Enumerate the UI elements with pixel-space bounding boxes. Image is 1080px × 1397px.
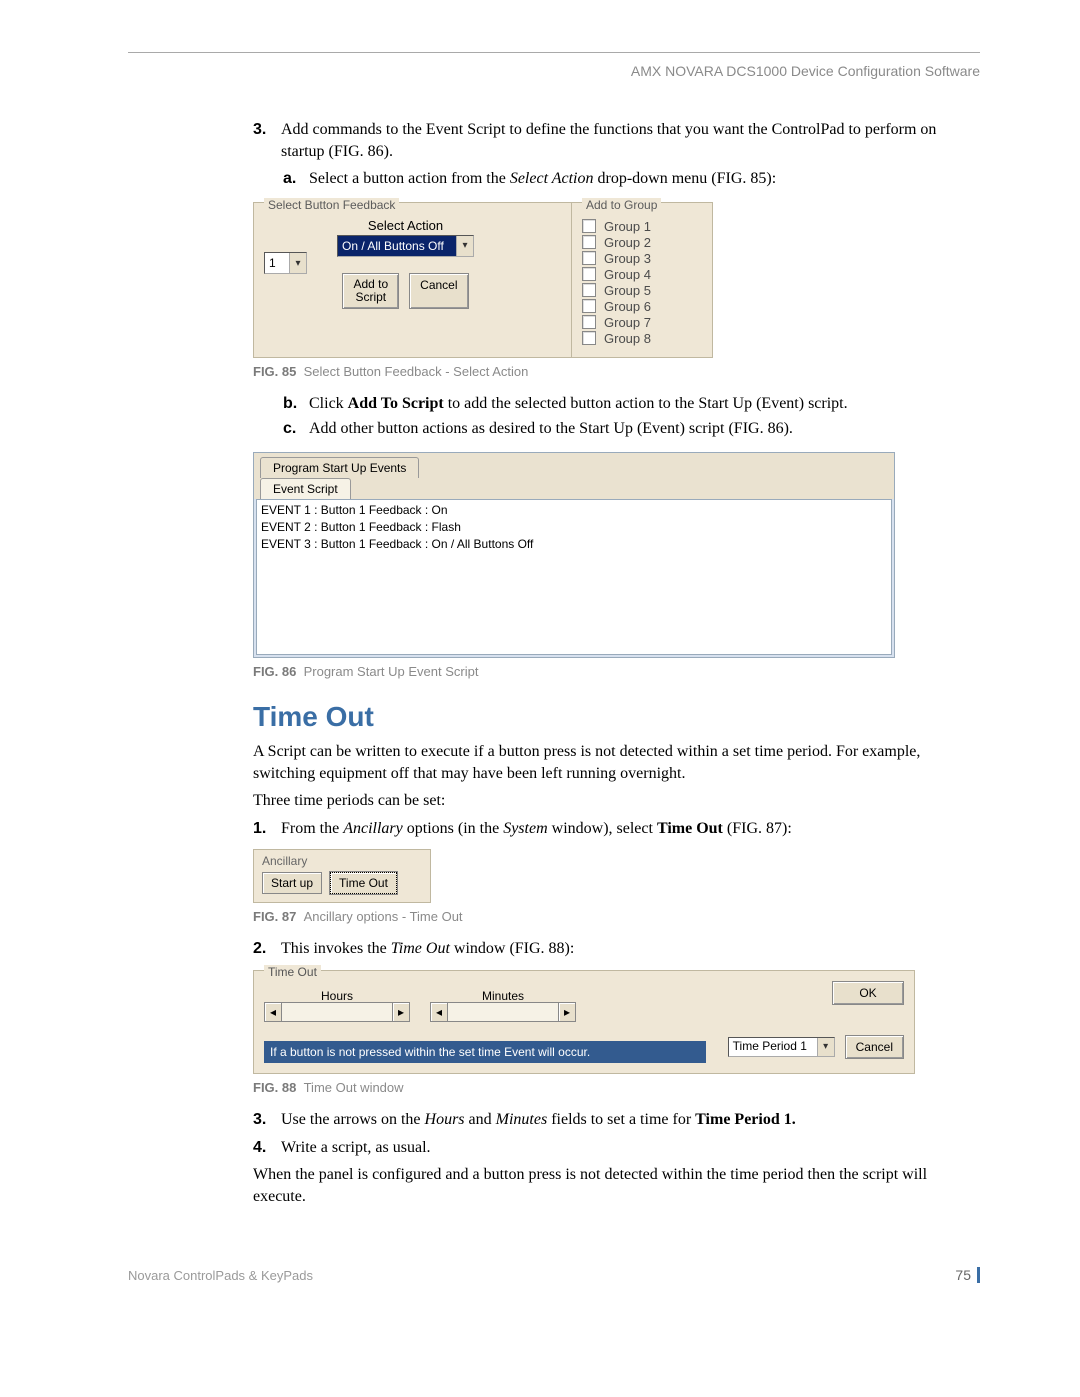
fig85-caption: FIG. 85 Select Button Feedback - Select …: [253, 364, 980, 379]
step-2: 2. This invokes the Time Out window (FIG…: [253, 938, 980, 960]
event-script-list[interactable]: EVENT 1 : Button 1 Feedback : On EVENT 2…: [256, 499, 892, 655]
step-num: 4.: [253, 1137, 269, 1159]
add-to-group-panel: Add to Group Group 1 Group 2 Group 3 Gro…: [572, 202, 713, 358]
time-period-dropdown[interactable]: Time Period 1: [728, 1037, 835, 1057]
step-3-number: 3.: [253, 119, 269, 162]
header-rule: [128, 52, 980, 53]
fig88-panel: Time Out Hours ◂ ▸ Minutes ◂ ▸: [253, 970, 915, 1074]
group-checkbox-row[interactable]: Group 6: [582, 299, 702, 314]
fig88-caption: FIG. 88 Time Out window: [253, 1080, 980, 1095]
group-checkbox-row[interactable]: Group 4: [582, 267, 702, 282]
step-num: 3.: [253, 1109, 269, 1131]
timeout-paragraph-3: When the panel is configured and a butto…: [253, 1164, 980, 1207]
hours-label: Hours: [264, 989, 410, 1003]
group-checkbox-row[interactable]: Group 2: [582, 235, 702, 250]
step-letter: c.: [283, 418, 301, 440]
ok-button[interactable]: OK: [832, 981, 904, 1005]
startup-button[interactable]: Start up: [262, 872, 322, 894]
chevron-down-icon: [817, 1038, 834, 1056]
step-text: This invokes the Time Out window (FIG. 8…: [281, 938, 574, 960]
select-action-label: Select Action: [337, 218, 474, 233]
panel-legend: Select Button Feedback: [264, 198, 399, 212]
minutes-label: Minutes: [430, 989, 576, 1003]
step-text: From the Ancillary options (in the Syste…: [281, 818, 792, 840]
group-checkbox-row[interactable]: Group 7: [582, 315, 702, 330]
group-checkbox-row[interactable]: Group 1: [582, 219, 702, 234]
fig85-panel: Select Button Feedback 1 Select Action O…: [253, 202, 713, 358]
select-action-dropdown[interactable]: On / All Buttons Off: [337, 235, 474, 257]
step-3b: b. Click Add To Script to add the select…: [283, 393, 980, 415]
cancel-button[interactable]: Cancel: [845, 1035, 904, 1059]
group-checkbox-row[interactable]: Group 8: [582, 331, 702, 346]
footer-left: Novara ControlPads & KeyPads: [128, 1268, 313, 1283]
checkbox-icon: [582, 251, 596, 265]
timeout-message-bar: If a button is not pressed within the se…: [264, 1041, 706, 1063]
running-header: AMX NOVARA DCS1000 Device Configuration …: [128, 63, 980, 79]
step-text: Add other button actions as desired to t…: [309, 418, 793, 440]
step-3a: a. Select a button action from the Selec…: [283, 168, 980, 190]
arrow-left-icon: ◂: [264, 1002, 282, 1022]
chevron-down-icon: [456, 236, 473, 256]
fig86-panel: Program Start Up Events Event Script EVE…: [253, 452, 895, 658]
event-line: EVENT 3 : Button 1 Feedback : On / All B…: [261, 536, 887, 553]
chevron-down-icon: [289, 253, 306, 273]
arrow-right-icon: ▸: [392, 1002, 410, 1022]
timeout-paragraph-1: A Script can be written to execute if a …: [253, 741, 980, 784]
timeout-button[interactable]: Time Out: [330, 872, 397, 894]
step-num: 1.: [253, 818, 269, 840]
step-3a-letter: a.: [283, 168, 301, 190]
step-4: 4. Write a script, as usual.: [253, 1137, 980, 1159]
step-num: 2.: [253, 938, 269, 960]
step-text: Click Add To Script to add the selected …: [309, 393, 848, 415]
panel-legend: Time Out: [264, 965, 321, 979]
event-line: EVENT 2 : Button 1 Feedback : Flash: [261, 519, 887, 536]
step-text: Use the arrows on the Hours and Minutes …: [281, 1109, 796, 1131]
step-3-text: Add commands to the Event Script to defi…: [281, 119, 980, 162]
page-footer: Novara ControlPads & KeyPads 75: [128, 1267, 980, 1283]
step-letter: b.: [283, 393, 301, 415]
fig86-caption: FIG. 86 Program Start Up Event Script: [253, 664, 980, 679]
add-to-script-button[interactable]: Add to Script: [342, 273, 399, 309]
tab-event-script[interactable]: Event Script: [260, 478, 351, 499]
step-1: 1. From the Ancillary options (in the Sy…: [253, 818, 980, 840]
minutes-spinner[interactable]: ◂ ▸: [430, 1003, 576, 1021]
checkbox-icon: [582, 235, 596, 249]
checkbox-icon: [582, 331, 596, 345]
step-3a-text: Select a button action from the Select A…: [309, 168, 776, 190]
checkbox-icon: [582, 315, 596, 329]
checkbox-icon: [582, 299, 596, 313]
tab-program-startup-events[interactable]: Program Start Up Events: [260, 457, 419, 478]
step-3c: c. Add other button actions as desired t…: [283, 418, 980, 440]
cancel-button[interactable]: Cancel: [409, 273, 468, 309]
group-checkbox-row[interactable]: Group 3: [582, 251, 702, 266]
group-checkbox-row[interactable]: Group 5: [582, 283, 702, 298]
fig87-caption: FIG. 87 Ancillary options - Time Out: [253, 909, 980, 924]
step-3-later: 3. Use the arrows on the Hours and Minut…: [253, 1109, 980, 1131]
panel-legend: Add to Group: [582, 198, 661, 212]
timeout-paragraph-2: Three time periods can be set:: [253, 790, 980, 812]
event-line: EVENT 1 : Button 1 Feedback : On: [261, 502, 887, 519]
checkbox-icon: [582, 267, 596, 281]
step-3: 3. Add commands to the Event Script to d…: [253, 119, 980, 162]
arrow-left-icon: ◂: [430, 1002, 448, 1022]
checkbox-icon: [582, 219, 596, 233]
button-number-dropdown[interactable]: 1: [264, 252, 307, 274]
fig87-panel: Ancillary Start up Time Out: [253, 849, 431, 903]
page-number: 75: [955, 1267, 971, 1283]
select-button-feedback-panel: Select Button Feedback 1 Select Action O…: [253, 202, 572, 358]
hours-spinner[interactable]: ◂ ▸: [264, 1003, 410, 1021]
checkbox-icon: [582, 283, 596, 297]
panel-legend: Ancillary: [262, 854, 307, 868]
section-title-time-out: Time Out: [253, 701, 980, 733]
step-text: Write a script, as usual.: [281, 1137, 431, 1159]
arrow-right-icon: ▸: [558, 1002, 576, 1022]
